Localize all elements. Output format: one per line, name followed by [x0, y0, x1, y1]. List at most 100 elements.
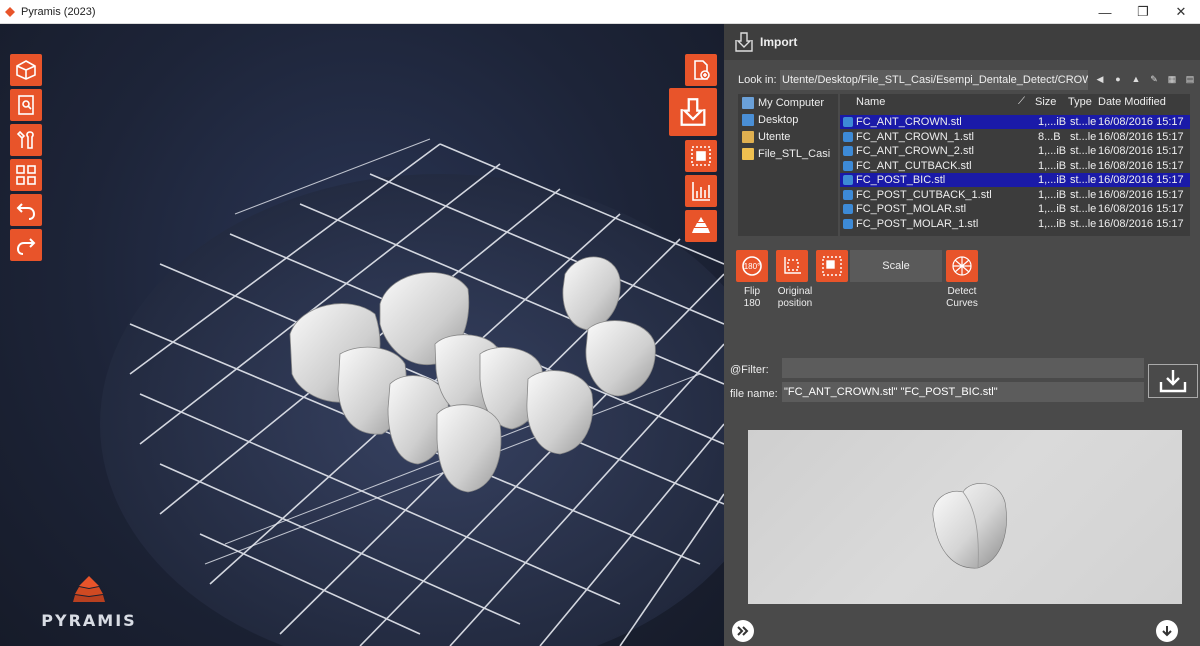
next-step-button[interactable]: [732, 620, 754, 642]
title-bar: Pyramis (2023) — ❐ ✕: [0, 0, 1200, 24]
file-name-cell: FC_POST_CUTBACK_1.stl: [856, 188, 992, 201]
detect-curves-icon: [952, 256, 972, 276]
import-button[interactable]: [669, 88, 717, 136]
filter-input[interactable]: [782, 358, 1144, 378]
maximize-button[interactable]: ❐: [1124, 0, 1162, 24]
cube-view-button[interactable]: [10, 54, 42, 86]
layers-button[interactable]: [685, 210, 717, 242]
document-search-button[interactable]: [10, 89, 42, 121]
file-name-cell: FC_POST_BIC.stl: [856, 174, 946, 186]
detect-label-line1: Detect: [947, 286, 977, 297]
file-row[interactable]: FC_ANT_CUTBACK.stl 1,...iB st...le 16/08/20…: [840, 159, 1190, 173]
file-type-cell: st...le: [1070, 188, 1097, 201]
detect-curves-label: Detect Curves: [938, 286, 986, 310]
column-header-size[interactable]: Size: [1035, 96, 1056, 108]
cube-view-icon: [16, 60, 36, 80]
folder-tree[interactable]: My Computer Desktop Utente File_STL_Casi: [738, 94, 838, 236]
flip-180-label: Flip 180: [743, 286, 761, 309]
file-date-cell: 16/08/2016 15:17: [1098, 145, 1184, 157]
file-size-cell: 1,...iB: [1038, 203, 1067, 215]
desktop-folder-icon: [742, 114, 754, 126]
redo-button[interactable]: [10, 229, 42, 261]
logo-text: PYRAMIS: [41, 611, 137, 630]
double-chevron-right-icon: [737, 626, 749, 636]
detect-curves-button[interactable]: [946, 250, 978, 282]
forward-arrow-icon[interactable]: ●: [1112, 72, 1124, 86]
file-name-cell: FC_ANT_CROWN_1.stl: [856, 130, 974, 143]
build-plate-scene[interactable]: [0, 24, 724, 646]
back-arrow-icon[interactable]: ◀: [1094, 72, 1106, 86]
statistics-icon: [692, 182, 710, 201]
grid-settings-button[interactable]: [10, 159, 42, 191]
scale-icon: [822, 256, 842, 276]
tree-item-desktop[interactable]: Desktop: [738, 112, 838, 128]
file-row[interactable]: FC_POST_MOLAR.stl 1,...iB st...le 16/08/201…: [840, 202, 1190, 216]
file-row[interactable]: FC_ANT_CROWN.stl 1,...iB st...le 16/08/2016…: [840, 115, 1190, 129]
layers-icon: [692, 217, 710, 233]
original-position-button[interactable]: [776, 250, 808, 282]
original-label-line1: Original: [777, 286, 813, 297]
import-panel: Import Look in: Utente/Desktop/File_STL_…: [724, 24, 1200, 646]
file-date-cell: 16/08/2016 15:17: [1098, 130, 1184, 143]
file-type-cell: st...le: [1070, 130, 1097, 143]
select-objects-button[interactable]: [685, 140, 717, 172]
import-header-icon: [735, 32, 753, 52]
tools-button[interactable]: [10, 124, 42, 156]
flip-180-icon: 180°: [742, 256, 762, 276]
select-objects-icon: [691, 146, 711, 166]
file-date-cell: 16/08/2016 15:17: [1098, 188, 1184, 201]
model-preview[interactable]: [748, 430, 1182, 604]
undo-button[interactable]: [10, 194, 42, 226]
tree-item-label: Utente: [758, 131, 791, 143]
import-panel-title: Import: [760, 35, 798, 49]
document-search-icon: [18, 95, 34, 115]
file-row[interactable]: FC_POST_CUTBACK_1.stl 1,...iB st...le 16/08…: [840, 188, 1190, 202]
statistics-button[interactable]: [685, 175, 717, 207]
file-name-input[interactable]: [782, 382, 1144, 402]
file-type-cell: st...le: [1070, 116, 1097, 128]
sort-indicator-icon: ⟋: [1018, 96, 1025, 107]
new-file-button[interactable]: [685, 54, 717, 86]
file-name-cell: FC_ANT_CROWN_2.stl: [856, 145, 974, 157]
stl-file-icon: [843, 189, 853, 200]
filter-label: @Filter:: [730, 364, 769, 376]
scale-toggle-button[interactable]: [816, 250, 848, 282]
file-list[interactable]: Name ⟋ Size Type Date Modified FC_ANT_CR…: [840, 94, 1190, 236]
stl-file-icon: [843, 204, 853, 214]
column-header-name[interactable]: Name: [856, 96, 885, 108]
file-row[interactable]: FC_POST_BIC.stl 1,...iB st...le 16/08/2016 …: [840, 173, 1190, 187]
column-header-date[interactable]: Date Modified: [1098, 96, 1166, 108]
stl-file-icon: [843, 175, 853, 185]
pyramis-app-icon: [5, 6, 15, 17]
flip-180-button[interactable]: 180°: [736, 250, 768, 282]
new-folder-icon[interactable]: ✎: [1148, 72, 1160, 86]
window-title: Pyramis (2023): [21, 5, 96, 18]
tree-item-label: File_STL_Casi: [758, 148, 831, 160]
file-size-cell: 1,...iB: [1038, 217, 1067, 230]
stl-file-icon: [843, 117, 853, 127]
file-row[interactable]: FC_ANT_CROWN_2.stl 1,...iB st...le 16/08/20…: [840, 144, 1190, 158]
file-name-cell: FC_ANT_CROWN.stl: [856, 116, 962, 128]
close-button[interactable]: ✕: [1162, 0, 1200, 24]
3d-viewport[interactable]: PYRAMIS: [0, 24, 724, 646]
tree-item-utente[interactable]: Utente: [738, 129, 838, 145]
tree-item-file-stl-casi[interactable]: File_STL_Casi: [738, 146, 838, 162]
look-in-path-combo[interactable]: Utente/Desktop/File_STL_Casi/Esempi_Dent…: [780, 70, 1088, 90]
minimize-button[interactable]: —: [1086, 0, 1124, 24]
file-size-cell: 1,...iB: [1038, 174, 1067, 186]
detail-view-icon[interactable]: ▤: [1184, 72, 1196, 86]
column-header-type[interactable]: Type: [1068, 96, 1092, 108]
navigation-toolbar: ◀ ● ▲ ✎ ▦ ▤: [1094, 72, 1196, 86]
look-in-label: Look in:: [738, 74, 777, 86]
parent-folder-icon[interactable]: ▲: [1130, 72, 1142, 86]
file-row[interactable]: FC_POST_MOLAR_1.stl 1,...iB st...le 16/08/2…: [840, 217, 1190, 231]
import-download-button[interactable]: [1148, 364, 1198, 398]
file-type-cell: st...le: [1070, 217, 1097, 230]
tree-item-my-computer[interactable]: My Computer: [738, 95, 838, 111]
file-type-cell: st...le: [1070, 159, 1097, 172]
scale-button[interactable]: Scale: [850, 250, 942, 282]
file-row[interactable]: FC_ANT_CROWN_1.stl 8...B st...le 16/08/2016…: [840, 130, 1190, 144]
detect-label-line2: Curves: [946, 298, 978, 309]
download-button[interactable]: [1156, 620, 1178, 642]
list-view-icon[interactable]: ▦: [1166, 72, 1178, 86]
